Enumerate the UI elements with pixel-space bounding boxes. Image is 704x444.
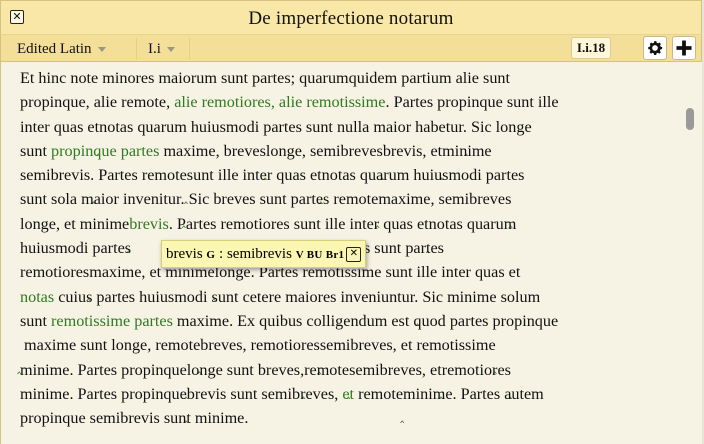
text-segment: huiusmodi partes — [20, 239, 132, 258]
text-segment: remotiores — [20, 263, 90, 282]
text-segment: notas quarum — [428, 214, 517, 233]
section-dropdown-label: I.i — [148, 41, 161, 57]
text-line: semibrevis. Partes remotesunt ille inter… — [20, 163, 680, 210]
text-segment: remote — [304, 360, 350, 379]
text-segment: inter quas et — [20, 117, 100, 136]
text-segment: Partes remote — [94, 166, 187, 185]
text-segment: semibrevis. — [20, 166, 95, 185]
text-segment: Sic minime solum — [418, 287, 541, 306]
text-line: inter quas etnotas quarum huiusmodi part… — [20, 115, 680, 162]
title-bar: ✕ De imperfectione notarum — [0, 0, 702, 34]
window-title: De imperfectione notarum — [248, 8, 454, 29]
toolbar-divider — [189, 38, 190, 60]
tooltip-variant: semibrevis — [226, 246, 292, 262]
reference-badge: I.i.18 — [571, 37, 611, 59]
text-segment: Sic breves sunt partes remote — [184, 190, 379, 209]
section-dropdown[interactable]: I.i — [148, 38, 175, 60]
edition-dropdown-label: Edited Latin — [17, 41, 92, 57]
text-segment: notas quarum huiusmodi partes — [321, 166, 525, 185]
annotated-term-link[interactable]: alie remotiores, alie remotissime — [174, 93, 385, 111]
gear-icon — [648, 41, 663, 55]
text-segment: Et hinc note minores maiorum sunt partes… — [20, 69, 511, 87]
text-line: sunt remotissime partes maxime. Ex quibu… — [20, 309, 680, 333]
text-line: sunt propinque partes maxime, breveslong… — [20, 139, 680, 186]
text-line: propinque semibrevis sunt minime. — [20, 406, 680, 430]
tooltip-sigla: V BU Br1 — [295, 249, 345, 261]
scrollbar[interactable] — [684, 62, 696, 444]
reader-window: ✕ De imperfectione notarum Edited Latin … — [0, 0, 704, 444]
text-segment: longe, et minime — [20, 214, 130, 233]
text-segment: sunt sola maior invenitur. — [20, 190, 185, 209]
text-segment: Sic longe — [466, 117, 532, 136]
tooltip-siglum: G — [206, 249, 216, 261]
text-line: notas cuius partes huiusmodi sunt cetere… — [20, 285, 680, 332]
text-segment: remote — [354, 384, 404, 403]
text-segment: cuius partes huiusmodi sunt cetere maior… — [54, 287, 419, 306]
text-segment: maxime sunt longe, remote — [20, 336, 201, 355]
annotated-term-link[interactable]: notas — [20, 288, 54, 306]
text-segment: . Partes remotiores sunt ille inter quas… — [168, 214, 429, 233]
text-segment: remotiores — [441, 360, 511, 379]
tooltip-close-icon[interactable]: ✕ — [346, 247, 362, 263]
text-segment: minime. Partes autem — [403, 384, 544, 403]
annotated-term-link[interactable]: remotissime partes — [51, 312, 173, 330]
text-pane: Et hinc note minores maiorum sunt partes… — [0, 62, 702, 444]
variant-tooltip: brevis G : semibrevis V BU Br1 ✕ — [161, 240, 367, 268]
text-line: longe, et minimebrevis. Partes remotiore… — [20, 212, 680, 259]
edition-dropdown[interactable]: Edited Latin — [17, 38, 106, 60]
toolbar: Edited Latin I.i I.i.18 — [0, 34, 702, 62]
text-segment: breves, remotiores — [200, 336, 320, 355]
add-button[interactable] — [672, 36, 696, 60]
text-line: Et hinc note minores maiorum sunt partes… — [20, 66, 680, 90]
plus-icon — [676, 40, 692, 56]
text-segment: longe, semibreves — [265, 141, 383, 160]
text-segment: propinque semibrevis sunt minime. — [20, 409, 249, 428]
chevron-down-icon — [166, 47, 175, 53]
scrollbar-thumb[interactable] — [686, 108, 694, 130]
text-segment: sunt ille inter quas et — [186, 166, 322, 185]
text-line: propinque, alie remote, alie remotiores,… — [20, 90, 680, 114]
text-segment: semibreves, et — [349, 360, 442, 379]
toolbar-divider — [136, 38, 137, 60]
annotated-term-link[interactable]: et — [342, 385, 354, 403]
text-segment: maxime, semibreves — [378, 190, 512, 209]
text-line: minime. Partes propinquebrevis sunt semi… — [20, 382, 680, 429]
tooltip-separator: : — [219, 246, 224, 262]
text-segment: notas quarum huiusmodi partes sunt nulla… — [99, 117, 467, 136]
settings-button[interactable] — [643, 36, 667, 60]
text-segment: longe sunt breves, — [186, 360, 305, 379]
annotated-term-link[interactable]: brevis — [129, 215, 169, 233]
text-segment: brevis, et — [382, 141, 443, 160]
text-segment: minime — [442, 141, 492, 160]
text-segment: minime. Partes propinque — [20, 384, 187, 403]
text-segment: brevis sunt semibreves, — [186, 384, 343, 403]
chevron-down-icon — [97, 47, 106, 53]
text-segment: propinque, alie remote, — [20, 93, 175, 112]
text-segment: minime. Partes propinque — [20, 360, 187, 379]
text-segment: semibreves, et remotissime — [319, 336, 496, 355]
text-line: sunt sola maior invenitur. Sic breves su… — [20, 187, 680, 234]
text-segment: maxime. Ex quibus colligendum est quod p… — [172, 311, 559, 330]
text-line: minime. Partes propinquelonge sunt breve… — [20, 358, 680, 405]
text-line: maxime sunt longe, remotebreves, remotio… — [17, 333, 680, 380]
text-segment: sunt — [20, 141, 52, 160]
annotated-term-link[interactable]: propinque partes — [51, 142, 159, 160]
text-segment: . Partes propinque sunt ille — [385, 93, 559, 112]
text-segment: sunt — [20, 311, 52, 330]
text-segment: maxime, breves — [159, 141, 266, 160]
tooltip-lemma: brevis — [166, 246, 203, 262]
